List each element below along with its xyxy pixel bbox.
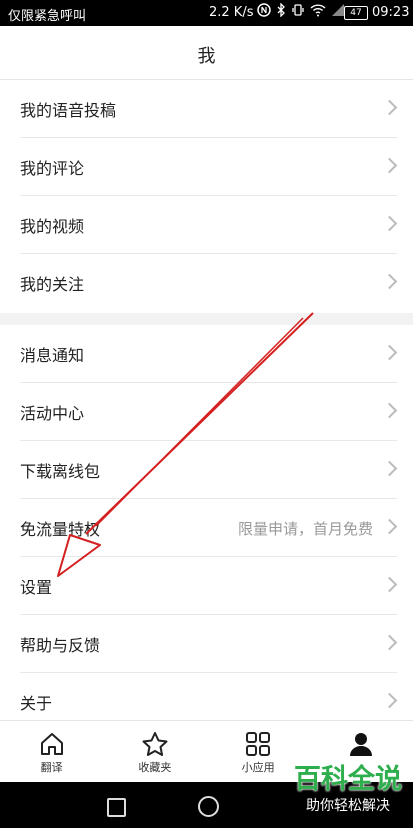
menu-item-help-feedback[interactable]: 帮助与反馈 bbox=[0, 615, 413, 673]
page-title: 我 bbox=[197, 46, 216, 67]
menu-item-following[interactable]: 我的关注 bbox=[0, 254, 413, 312]
menu-item-label: 关于 bbox=[20, 694, 53, 713]
star-icon bbox=[142, 732, 168, 756]
menu-item-label: 我的评论 bbox=[20, 159, 85, 178]
wifi-icon bbox=[310, 4, 326, 17]
chevron-right-icon bbox=[381, 460, 398, 477]
status-bar: 仅限紧急呼叫 2.2 K/s 47 09:23 bbox=[0, 0, 413, 26]
chevron-right-icon bbox=[381, 692, 398, 709]
watermark-title: 百科全说 bbox=[294, 764, 402, 795]
menu-item-label: 设置 bbox=[20, 578, 53, 597]
chevron-right-icon bbox=[381, 634, 398, 651]
menu-item-label: 我的语音投稿 bbox=[20, 101, 117, 120]
watermark-logo: 百科全说 助你轻松解决 bbox=[288, 764, 408, 824]
home-icon bbox=[40, 733, 63, 755]
menu-item-label: 免流量特权 bbox=[20, 520, 101, 539]
signal-icon bbox=[332, 4, 344, 16]
title-bar: 我 bbox=[0, 26, 413, 80]
vibrate-icon bbox=[292, 4, 304, 16]
menu-item-label: 帮助与反馈 bbox=[20, 636, 101, 655]
menu-item-settings[interactable]: 设置 bbox=[0, 557, 413, 615]
chevron-right-icon bbox=[381, 576, 398, 593]
menu-item-free-data[interactable]: 免流量特权 限量申请，首月免费 bbox=[0, 499, 413, 557]
tab-favorites[interactable]: 收藏夹 bbox=[103, 721, 206, 783]
menu-item-notifications[interactable]: 消息通知 bbox=[0, 325, 413, 383]
menu-group-general: 消息通知 活动中心 下载离线包 免流量特权 限量申请，首月免费 设置 帮助与反馈… bbox=[0, 325, 413, 731]
menu-item-label: 活动中心 bbox=[20, 404, 85, 423]
menu-item-offline-packages[interactable]: 下载离线包 bbox=[0, 441, 413, 499]
clock: 09:23 bbox=[372, 5, 410, 20]
tab-label: 收藏夹 bbox=[138, 761, 172, 774]
chevron-right-icon bbox=[381, 99, 398, 116]
network-speed: 2.2 K/s bbox=[209, 5, 254, 20]
menu-item-label: 下载离线包 bbox=[20, 462, 101, 481]
menu-item-label: 我的视频 bbox=[20, 217, 85, 236]
recent-apps-button[interactable] bbox=[107, 798, 126, 817]
menu-item-videos[interactable]: 我的视频 bbox=[0, 196, 413, 254]
carrier-text: 仅限紧急呼叫 bbox=[8, 9, 87, 24]
menu-item-label: 消息通知 bbox=[20, 346, 85, 365]
tab-translate[interactable]: 翻译 bbox=[0, 721, 103, 783]
menu-item-activity-center[interactable]: 活动中心 bbox=[0, 383, 413, 441]
promo-text: 限量申请，首月免费 bbox=[237, 519, 373, 538]
menu-item-label: 我的关注 bbox=[20, 275, 85, 294]
chevron-right-icon bbox=[381, 402, 398, 419]
menu-item-voice-submissions[interactable]: 我的语音投稿 bbox=[0, 80, 413, 138]
tab-label: 小应用 bbox=[241, 761, 275, 774]
grid-icon bbox=[246, 732, 271, 756]
chevron-right-icon bbox=[381, 157, 398, 174]
chevron-right-icon bbox=[381, 518, 398, 535]
battery-indicator: 47 bbox=[344, 6, 368, 20]
status-icons bbox=[257, 3, 345, 17]
chevron-right-icon bbox=[381, 215, 398, 232]
section-divider bbox=[0, 313, 413, 325]
person-icon bbox=[350, 733, 373, 756]
chevron-right-icon bbox=[381, 273, 398, 290]
menu-item-comments[interactable]: 我的评论 bbox=[0, 138, 413, 196]
nfc-icon bbox=[257, 3, 271, 17]
tab-label: 翻译 bbox=[40, 761, 63, 774]
bluetooth-icon bbox=[277, 3, 285, 17]
home-button[interactable] bbox=[198, 796, 219, 817]
chevron-right-icon bbox=[381, 344, 398, 361]
watermark-subtitle: 助你轻松解决 bbox=[306, 798, 390, 814]
menu-group-account: 我的语音投稿 我的评论 我的视频 我的关注 bbox=[0, 80, 413, 312]
